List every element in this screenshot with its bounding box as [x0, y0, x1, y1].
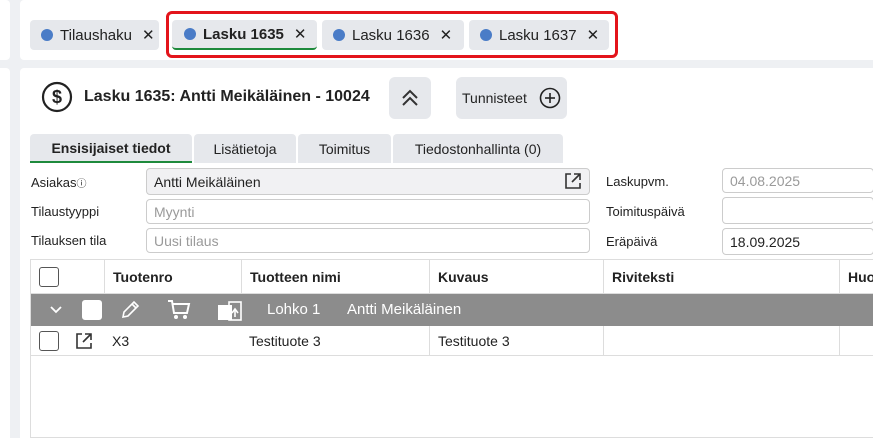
due-date-label: Eräpäivä [606, 234, 658, 249]
column-header-row-text[interactable]: Riviteksti [603, 260, 841, 294]
page-title: Lasku 1635: Antti Meikäläinen - 10024 [84, 88, 370, 105]
dollar-circle-icon: $ [41, 81, 73, 113]
side-panel-bottom [0, 68, 10, 438]
group-block-label: Lohko 1 [267, 301, 321, 318]
svg-text:$: $ [52, 87, 62, 107]
table-row[interactable]: X3 Testituote 3 Testituote 3 [31, 326, 873, 356]
invoice-lines-table: Tuotenro Tuotteen nimi Kuvaus Riviteksti… [30, 259, 873, 438]
plus-circle-icon [539, 87, 561, 109]
select-all-checkbox[interactable] [39, 267, 59, 287]
subtab-primary[interactable]: Ensisijaiset tiedot [30, 134, 192, 163]
order-type-field[interactable]: Myynti [146, 199, 590, 224]
side-panel-top [0, 0, 10, 60]
info-icon[interactable]: ⓘ [77, 179, 87, 190]
tab-label: Tilaushaku [60, 26, 132, 44]
column-header-huo[interactable]: Huo [839, 260, 873, 294]
tab-dot-icon [41, 29, 53, 41]
cell-description: Testituote 3 [429, 326, 604, 356]
column-header-tuotenro[interactable]: Tuotenro [104, 260, 242, 294]
subtab-files[interactable]: Tiedostonhallinta (0) [393, 134, 563, 163]
order-type-label: Tilaustyyppi [31, 204, 100, 219]
pencil-icon[interactable] [119, 299, 141, 321]
tags-button[interactable]: Tunnisteet [456, 77, 567, 119]
chevron-down-icon[interactable] [50, 305, 62, 315]
tab-tilaushaku[interactable]: Tilaushaku ✕ [30, 20, 159, 50]
cell-product-no: X3 [112, 333, 130, 349]
cell-huo [839, 326, 873, 356]
tags-label: Tunnisteet [462, 90, 527, 106]
delivery-date-label: Toimituspäivä [606, 204, 685, 219]
invoice-date-label: Laskupvm. [606, 174, 669, 189]
subtab-details[interactable]: Lisätietoja [194, 134, 296, 163]
column-header-description[interactable]: Kuvaus [429, 260, 604, 294]
invoice-date-field[interactable]: 04.08.2025 [722, 168, 873, 193]
row-checkbox[interactable] [39, 331, 59, 351]
delivery-date-field[interactable] [722, 197, 873, 224]
order-state-field[interactable]: Uusi tilaus [146, 228, 590, 253]
table-header: Tuotenro Tuotteen nimi Kuvaus Riviteksti… [31, 260, 873, 294]
customer-label: Asiakasⓘ [31, 175, 87, 190]
cart-icon[interactable] [167, 299, 191, 321]
group-customer-label: Antti Meikäläinen [347, 301, 462, 318]
subtab-delivery[interactable]: Toimitus [298, 134, 391, 163]
group-checkbox[interactable] [82, 300, 102, 320]
due-date-field[interactable]: 18.09.2025 [722, 228, 873, 255]
group-row: Lohko 1 Antti Meikäläinen [31, 294, 873, 326]
chevron-double-up-icon [402, 89, 418, 106]
tabs-highlight-box [166, 11, 618, 58]
move-box-icon[interactable] [217, 298, 243, 322]
order-state-label: Tilauksen tila [31, 233, 107, 248]
customer-value: Antti Meikäläinen [154, 173, 261, 190]
cell-row-text [603, 326, 841, 356]
collapse-button[interactable] [389, 77, 431, 119]
external-link-icon[interactable] [74, 331, 94, 351]
close-icon[interactable]: ✕ [142, 26, 155, 44]
cell-product-name: Testituote 3 [249, 333, 321, 349]
column-header-name[interactable]: Tuotteen nimi [241, 260, 431, 294]
customer-field[interactable]: Antti Meikäläinen [146, 168, 590, 195]
external-link-icon[interactable] [563, 171, 583, 191]
